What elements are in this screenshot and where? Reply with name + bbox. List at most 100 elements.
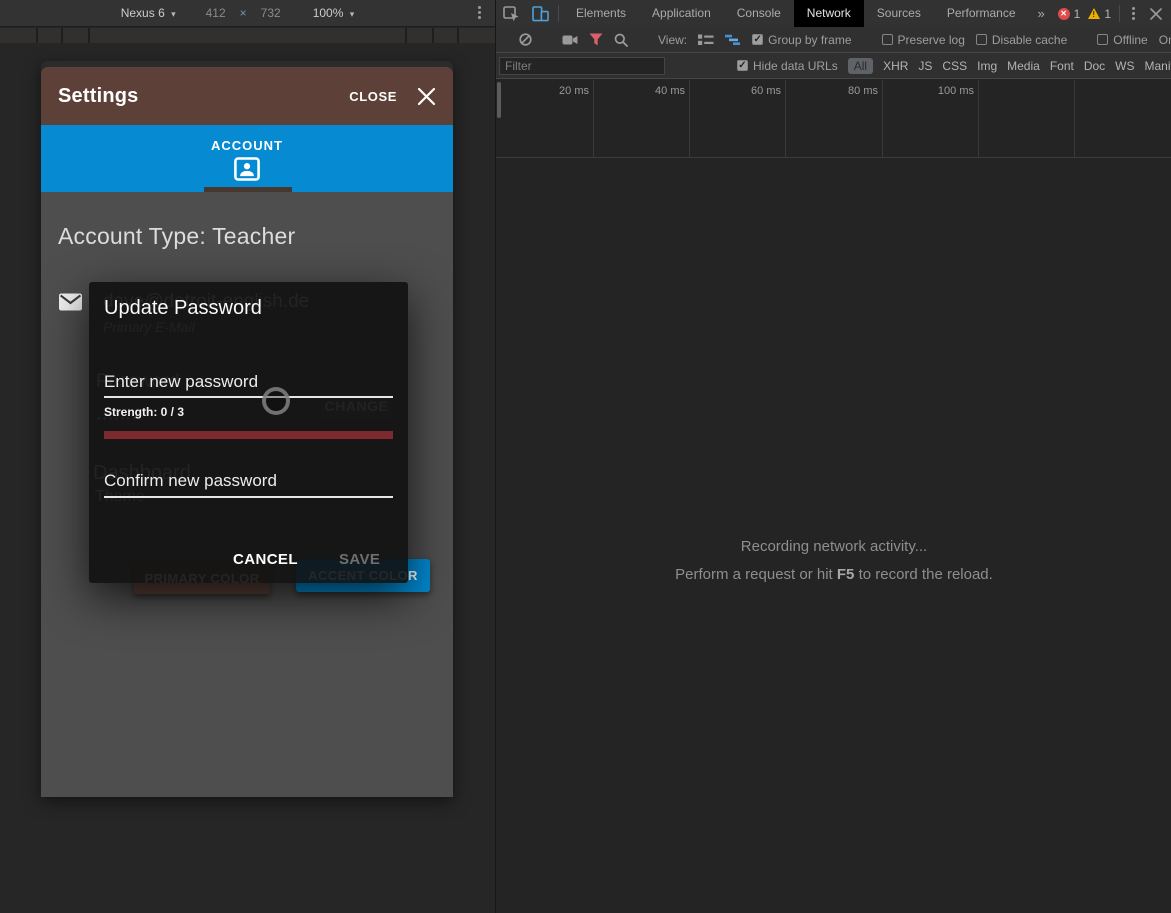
chevron-down-icon: ▾ [349, 9, 355, 19]
tab-performance[interactable]: Performance [934, 0, 1029, 27]
tab-application[interactable]: Application [639, 0, 724, 27]
filter-type-xhr[interactable]: XHR [883, 59, 908, 73]
filter-type-media[interactable]: Media [1007, 59, 1040, 73]
offline-checkbox[interactable]: Offline [1097, 32, 1148, 47]
tab-strip-segment [434, 28, 457, 43]
hint-key-f5: F5 [836, 566, 855, 583]
filter-type-css[interactable]: CSS [942, 59, 967, 73]
loading-spinner [262, 387, 290, 415]
group-by-frame-label: Group by frame [768, 32, 852, 47]
gridline [882, 80, 883, 158]
gridline [785, 80, 786, 158]
hint-suffix: to record the reload. [854, 566, 993, 583]
device-selector[interactable]: Nexus 6 ▾ [115, 6, 182, 20]
gridline [689, 80, 690, 158]
chevron-down-icon: ▾ [171, 9, 176, 19]
input-underline [104, 496, 393, 498]
scrollbar-thumb[interactable] [497, 82, 501, 118]
filter-type-doc[interactable]: Doc [1084, 59, 1105, 73]
tab-network[interactable]: Network [793, 0, 864, 27]
tab-strip-segment [38, 28, 61, 43]
close-button[interactable]: CLOSE [349, 89, 397, 104]
tab-strip-segment [459, 28, 495, 43]
viewport-height-field[interactable]: 732 [255, 6, 287, 20]
disable-cache-label: Disable cache [991, 32, 1068, 47]
error-count: 1 [1073, 6, 1081, 21]
filter-type-img[interactable]: Img [977, 59, 997, 73]
zoom-selector[interactable]: 100% ▾ [307, 6, 361, 20]
search-icon[interactable] [614, 33, 628, 47]
tab-strip-segment [90, 28, 405, 43]
filter-type-manifest[interactable]: Manifest [1145, 59, 1171, 73]
devtools-pane: Elements Application Console Network Sou… [495, 0, 1171, 913]
viewport-width-field[interactable]: 412 [200, 6, 232, 20]
confirm-password-input[interactable] [104, 469, 393, 493]
throttling-selector[interactable]: Online [1159, 33, 1171, 47]
filter-type-js[interactable]: JS [918, 59, 932, 73]
network-overview-timeline: 20 ms 40 ms 60 ms 80 ms 100 ms [496, 80, 1171, 158]
filter-funnel-icon[interactable] [589, 33, 603, 46]
checkbox-icon [975, 34, 987, 45]
modal-title: Update Password [104, 297, 262, 319]
filter-input[interactable] [499, 56, 665, 75]
filter-type-ws[interactable]: WS [1115, 59, 1134, 73]
hide-data-urls-label: Hide data URLs [753, 58, 838, 73]
capture-screenshots-icon[interactable] [562, 34, 578, 46]
group-by-frame-checkbox[interactable]: ✓ Group by frame [752, 32, 852, 47]
devtools-menu-icon[interactable] [1132, 7, 1135, 20]
reload-hint-message: Perform a request or hit F5 to record th… [496, 566, 1171, 583]
tick-label: 20 ms [559, 85, 589, 97]
tab-strip-segment [63, 28, 88, 43]
tab-strip-segment [407, 28, 432, 43]
tab-account[interactable]: ACCOUNT [41, 125, 453, 192]
preserve-log-label: Preserve log [897, 32, 965, 47]
waterfall-view-icon[interactable] [725, 34, 741, 46]
save-button[interactable]: SAVE [333, 547, 386, 572]
more-tabs-icon[interactable]: » [1029, 6, 1054, 21]
divider [558, 5, 559, 22]
settings-header: Settings CLOSE [41, 67, 453, 125]
clear-icon[interactable] [519, 33, 532, 46]
warning-icon: ! [1088, 8, 1101, 19]
input-underline [104, 396, 393, 398]
recording-message: Recording network activity... [740, 538, 928, 555]
device-toolbar: Nexus 6 ▾ 412 × 732 100% ▾ [0, 0, 495, 27]
tab-account-label: ACCOUNT [211, 138, 283, 153]
email-icon [59, 293, 82, 311]
checkbox-checked-icon: ✓ [752, 34, 764, 45]
tick-label: 60 ms [751, 85, 781, 97]
tick-label: 80 ms [848, 85, 878, 97]
filter-type-all[interactable]: All [847, 57, 874, 74]
tab-console[interactable]: Console [724, 0, 794, 27]
close-icon[interactable] [417, 87, 436, 106]
device-mode-icon[interactable] [526, 0, 554, 27]
view-label: View: [658, 32, 688, 47]
new-password-input[interactable] [104, 370, 393, 394]
disable-cache-checkbox[interactable]: Disable cache [975, 32, 1068, 47]
filter-type-font[interactable]: Font [1050, 59, 1074, 73]
page-title: Settings [58, 84, 139, 107]
update-password-modal: Update Password Strength: 0 / 3 CANCEL S… [89, 282, 408, 583]
error-icon: ✕ [1057, 7, 1070, 20]
device-name: Nexus 6 [120, 6, 165, 20]
tick-label: 100 ms [937, 85, 974, 97]
tab-elements[interactable]: Elements [563, 0, 639, 27]
preserve-log-checkbox[interactable]: Preserve log [881, 32, 965, 47]
gridline [978, 80, 979, 158]
device-toolbar-menu-icon[interactable] [478, 6, 481, 19]
hide-data-urls-checkbox[interactable]: ✓ Hide data URLs [737, 59, 838, 73]
network-filter-row: ✓ Hide data URLs All XHR JS CSS Img Medi… [496, 53, 1171, 79]
devtools-close-icon[interactable] [1143, 0, 1169, 27]
hint-prefix: Perform a request or hit [675, 566, 837, 583]
checkbox-icon [881, 34, 893, 45]
list-view-icon[interactable] [698, 34, 714, 46]
console-badges[interactable]: ✕ 1 ! 1 [1057, 6, 1111, 21]
gridline [593, 80, 594, 158]
inspect-element-icon[interactable] [496, 0, 526, 27]
tab-sources[interactable]: Sources [864, 0, 934, 27]
dimension-times-icon: × [239, 6, 247, 20]
settings-dialog: Settings CLOSE ACCOUNT Account Type: Tea… [41, 67, 453, 797]
cancel-button[interactable]: CANCEL [227, 547, 304, 572]
device-emulation-pane: Nexus 6 ▾ 412 × 732 100% ▾ Settings CLOS… [0, 0, 495, 913]
offline-label: Offline [1113, 32, 1148, 47]
